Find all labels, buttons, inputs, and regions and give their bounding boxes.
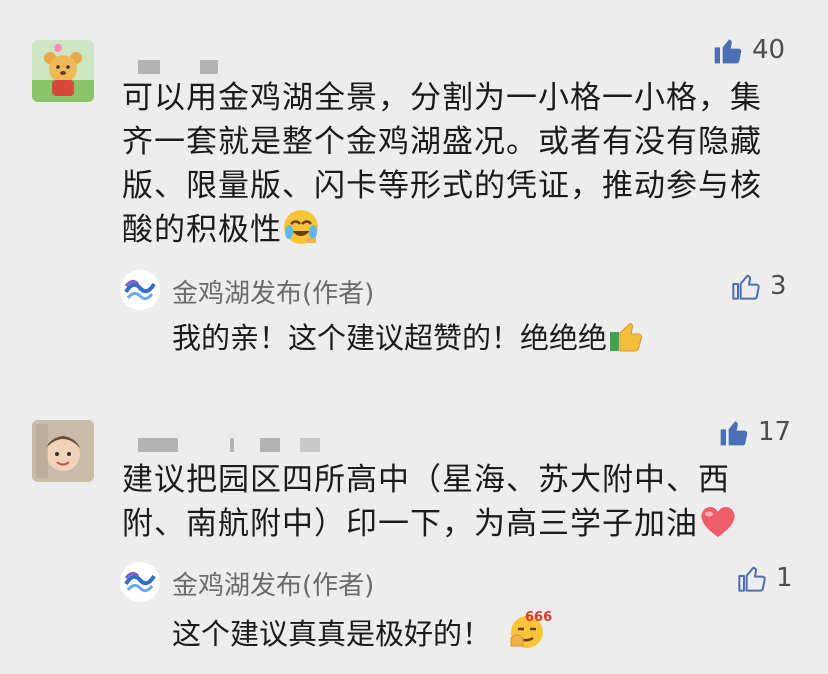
heart-emoji-icon <box>698 502 738 552</box>
like-button[interactable]: 17 <box>718 416 791 448</box>
reply-like-count: 1 <box>776 563 793 593</box>
thumbs-up-outline-icon <box>738 566 766 592</box>
thumbs-up-filled-icon <box>720 421 748 446</box>
author-avatar[interactable] <box>120 562 160 602</box>
comment-text-line-last: 附、南航附中）印一下，为高三学子加油 <box>122 502 802 552</box>
like-count: 17 <box>758 417 792 447</box>
child-photo-avatar-icon <box>32 420 94 482</box>
redacted-username <box>138 438 328 452</box>
reply-author[interactable]: 金鸡湖发布(作者) <box>172 565 374 602</box>
comment-item: 17 建议把园区四所高中（星海、苏大附中、西 附、南航附中）印一下，为高三学子加… <box>0 0 828 674</box>
emoji-text-666: 666 <box>525 610 553 625</box>
comment-text: 建议把园区四所高中（星海、苏大附中、西 附、南航附中）印一下，为高三学子加油 <box>122 458 802 552</box>
comment-text-line: 建议把园区四所高中（星海、苏大附中、西 <box>122 462 730 498</box>
wave-logo-icon <box>120 562 160 602</box>
avatar[interactable] <box>32 420 94 482</box>
reply-text: 这个建议真真是极好的！ 666 <box>172 608 552 660</box>
smug-666-emoji-icon: 666 <box>507 608 552 660</box>
reply-like-button[interactable]: 1 <box>736 562 793 594</box>
